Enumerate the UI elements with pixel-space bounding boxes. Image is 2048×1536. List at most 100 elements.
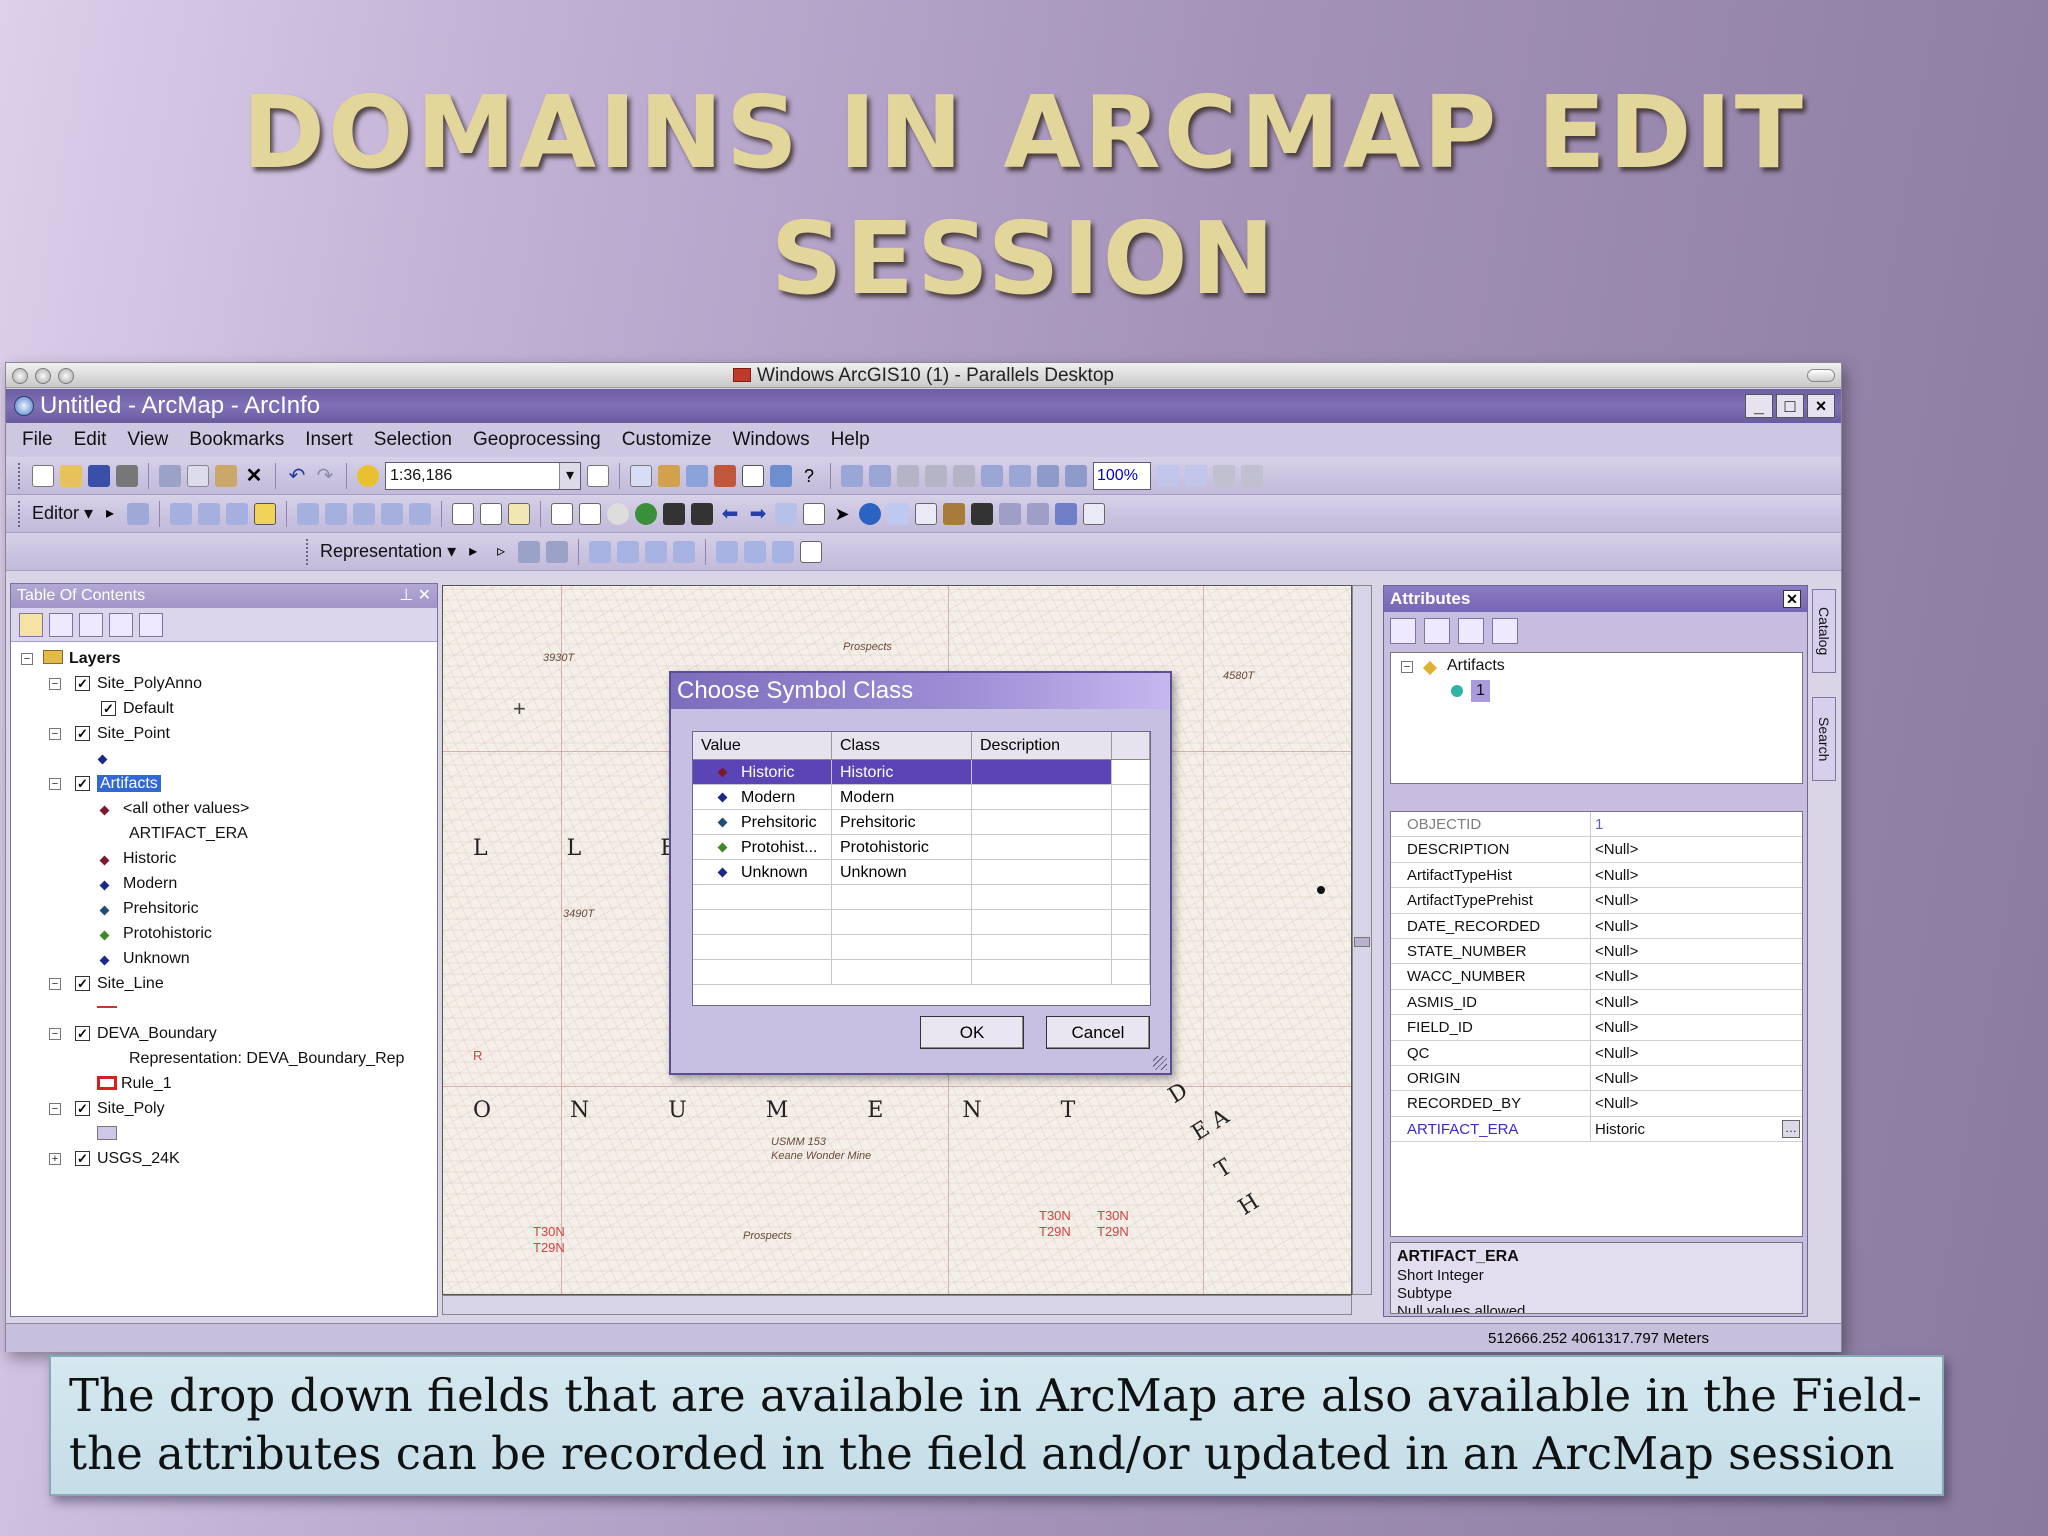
maximize-button[interactable]: □ bbox=[1776, 394, 1804, 418]
site-polyanno-checkbox[interactable]: ✓ bbox=[75, 676, 90, 691]
attribute-field-value[interactable]: <Null> bbox=[1591, 1091, 1802, 1115]
search-window-icon[interactable] bbox=[686, 464, 708, 487]
site-poly-layer[interactable]: Site_Poly bbox=[97, 1098, 165, 1120]
layout-zoom-out-icon[interactable] bbox=[869, 464, 891, 487]
fixed-zoom-out-icon[interactable] bbox=[1009, 464, 1031, 487]
description-column-header[interactable]: Description bbox=[972, 732, 1112, 759]
attribute-row[interactable]: STATE_NUMBER <Null> bbox=[1391, 938, 1802, 965]
endpoint-arc-icon[interactable] bbox=[198, 502, 221, 525]
expand-usgs-24k-icon[interactable]: + bbox=[49, 1153, 61, 1165]
edit-vertices-icon[interactable] bbox=[297, 502, 320, 525]
class-cell[interactable]: Modern bbox=[832, 785, 972, 809]
scale-representation-icon[interactable] bbox=[772, 540, 795, 563]
representation-properties-icon[interactable] bbox=[800, 540, 823, 563]
minimize-button[interactable]: _ bbox=[1745, 394, 1773, 418]
eraser-icon[interactable] bbox=[673, 540, 696, 563]
sketch-properties-icon[interactable] bbox=[480, 502, 503, 525]
attribute-row[interactable]: ORIGIN <Null> bbox=[1391, 1065, 1802, 1092]
attribute-field-value[interactable]: <Null> bbox=[1591, 914, 1802, 938]
description-cell[interactable] bbox=[972, 860, 1112, 884]
pan-hand-icon[interactable] bbox=[607, 502, 630, 525]
menu-bookmarks[interactable]: Bookmarks bbox=[189, 423, 284, 457]
description-cell[interactable] bbox=[972, 760, 1112, 784]
attribute-field-value[interactable]: <Null> bbox=[1591, 1015, 1802, 1039]
attribute-row[interactable]: ArtifactTypeHist <Null> bbox=[1391, 862, 1802, 889]
value-cell[interactable]: Modern bbox=[693, 785, 832, 809]
identify-icon[interactable] bbox=[859, 502, 882, 525]
map-horizontal-scrollbar[interactable] bbox=[442, 1295, 1352, 1315]
save-icon[interactable] bbox=[88, 464, 110, 487]
menu-view[interactable]: View bbox=[127, 423, 168, 457]
zoom-out-icon[interactable] bbox=[579, 502, 602, 525]
layout-zoom-combobox[interactable]: 100% bbox=[1093, 461, 1151, 490]
value-column-header[interactable]: Value bbox=[693, 732, 832, 759]
cut-icon[interactable] bbox=[159, 464, 181, 487]
expand-site-poly-icon[interactable]: − bbox=[49, 1103, 61, 1115]
historic-class[interactable]: Historic bbox=[123, 848, 176, 870]
search-tab[interactable]: Search bbox=[1812, 697, 1836, 781]
attribute-field-value[interactable]: 1 bbox=[1591, 812, 1802, 836]
arctoolbox-icon[interactable] bbox=[714, 464, 736, 487]
toc-options-icon[interactable] bbox=[139, 612, 163, 637]
ok-button[interactable]: OK bbox=[920, 1016, 1024, 1049]
print-icon[interactable] bbox=[116, 464, 138, 487]
menu-help[interactable]: Help bbox=[831, 423, 870, 457]
whats-this-icon[interactable]: ? bbox=[798, 465, 820, 487]
fixed-zoom-in-map-icon[interactable] bbox=[663, 502, 686, 525]
attribute-row[interactable]: DESCRIPTION <Null> bbox=[1391, 837, 1802, 863]
usgs-24k-checkbox[interactable]: ✓ bbox=[75, 1151, 90, 1166]
marker-icon[interactable] bbox=[645, 540, 668, 563]
site-line-layer[interactable]: Site_Line bbox=[97, 973, 164, 995]
delete-icon[interactable]: ✕ bbox=[243, 465, 265, 487]
free-representation-icon[interactable] bbox=[589, 540, 612, 563]
rotate-representation-icon[interactable] bbox=[716, 540, 739, 563]
find-binoculars-icon[interactable] bbox=[971, 502, 994, 525]
attributes-options-icon[interactable] bbox=[1492, 618, 1518, 644]
description-cell[interactable] bbox=[972, 810, 1112, 834]
attribute-field-value[interactable]: <Null> bbox=[1591, 939, 1802, 963]
attribute-field-value[interactable]: <Null> bbox=[1591, 863, 1802, 887]
zoom-window-button[interactable] bbox=[58, 368, 74, 384]
table-icon[interactable] bbox=[630, 464, 652, 487]
attributes-close-button[interactable]: ✕ bbox=[1783, 590, 1801, 608]
python-window-icon[interactable] bbox=[742, 464, 764, 487]
menu-insert[interactable]: Insert bbox=[305, 423, 353, 457]
menu-customize[interactable]: Customize bbox=[622, 423, 712, 457]
attribute-row[interactable]: OBJECTID 1 bbox=[1391, 812, 1802, 838]
map-vertical-scroll-thumb[interactable] bbox=[1354, 937, 1370, 947]
protohistoric-class[interactable]: Protohistoric bbox=[123, 923, 212, 945]
class-cell[interactable]: Protohistoric bbox=[832, 835, 972, 859]
expand-layers-icon[interactable]: − bbox=[21, 653, 33, 665]
menu-selection[interactable]: Selection bbox=[374, 423, 452, 457]
menu-edit[interactable]: Edit bbox=[74, 423, 107, 457]
open-folder-icon[interactable] bbox=[60, 464, 82, 487]
list-by-drawing-order-icon[interactable] bbox=[19, 612, 43, 637]
description-cell[interactable] bbox=[972, 835, 1112, 859]
direct-select-icon[interactable]: ▹ bbox=[490, 541, 512, 563]
symbol-class-row[interactable]: Protohist... Protohistoric bbox=[693, 835, 1150, 860]
site-point-checkbox[interactable]: ✓ bbox=[75, 726, 90, 741]
class-cell[interactable]: Historic bbox=[832, 760, 972, 784]
edit-tool-icon[interactable]: ▸ bbox=[99, 503, 121, 525]
copy-icon[interactable] bbox=[187, 464, 209, 487]
default-class-checkbox[interactable]: ✓ bbox=[101, 701, 116, 716]
unknown-class[interactable]: Unknown bbox=[123, 948, 190, 970]
zoom-in-icon[interactable] bbox=[551, 502, 574, 525]
symbol-class-row[interactable]: Modern Modern bbox=[693, 785, 1150, 810]
close-button[interactable]: × bbox=[1807, 394, 1835, 418]
representation-menu-button[interactable]: Representation ▾ bbox=[320, 541, 456, 562]
reshape-icon[interactable] bbox=[325, 502, 348, 525]
move-representation-icon[interactable] bbox=[744, 540, 767, 563]
minimize-window-button[interactable] bbox=[35, 368, 51, 384]
attributes-tree-layer[interactable]: Artifacts bbox=[1447, 655, 1505, 677]
change-layout-icon[interactable] bbox=[1213, 464, 1235, 487]
trace-icon[interactable] bbox=[226, 502, 249, 525]
expand-artifacts-feature-icon[interactable]: − bbox=[1401, 661, 1413, 673]
hyperlink-icon[interactable] bbox=[887, 502, 910, 525]
expand-deva-boundary-icon[interactable]: − bbox=[49, 1028, 61, 1040]
value-cell[interactable]: Historic bbox=[693, 760, 832, 784]
cut-polygons-icon[interactable] bbox=[353, 502, 376, 525]
sort-fields-icon[interactable] bbox=[1424, 618, 1450, 644]
erase-icon[interactable] bbox=[617, 540, 640, 563]
forward-arrow-icon[interactable]: ➡ bbox=[747, 503, 769, 525]
